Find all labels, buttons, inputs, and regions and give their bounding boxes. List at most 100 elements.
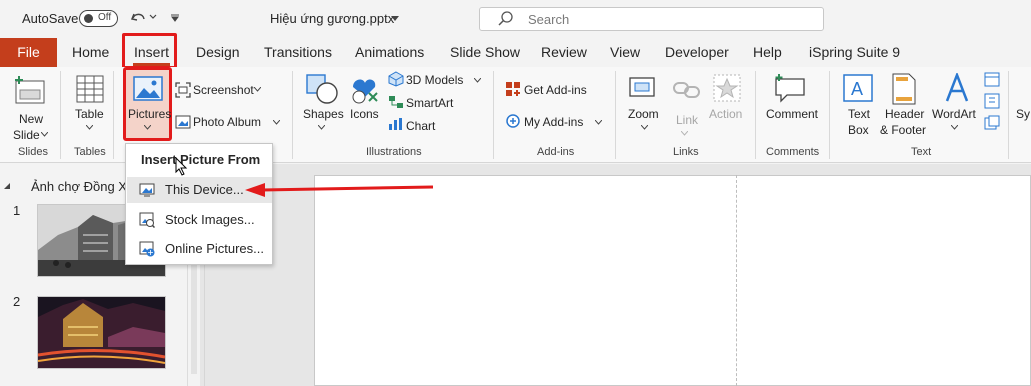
pictures-icon[interactable] (133, 76, 163, 102)
my-addins-icon[interactable] (505, 113, 521, 129)
smartart-icon[interactable] (388, 95, 404, 109)
menu-item-this-device[interactable]: This Device... (127, 177, 272, 203)
slide-number-1: 1 (13, 203, 21, 218)
chevron-down-icon (641, 125, 648, 130)
chevron-down-icon (681, 131, 688, 136)
slide-number-2: 2 (13, 294, 21, 309)
wordart-icon[interactable] (943, 73, 971, 103)
get-addins-label[interactable]: Get Add-ins (524, 83, 587, 97)
separator (113, 71, 114, 159)
screenshot-icon[interactable] (175, 82, 191, 98)
chart-icon[interactable] (388, 117, 404, 131)
photo-album-icon[interactable] (175, 114, 191, 130)
text-box-label-2[interactable]: Box (848, 123, 869, 137)
tab-file[interactable]: File (0, 38, 57, 67)
table-icon[interactable] (75, 74, 105, 104)
menu-heading: Insert Picture From (141, 152, 261, 167)
center-guide (736, 175, 737, 386)
zoom-icon[interactable] (628, 74, 660, 104)
separator (60, 71, 61, 159)
tab-slide-show[interactable]: Slide Show (450, 44, 520, 60)
chevron-down-icon (595, 120, 602, 125)
search-box[interactable]: Search (479, 7, 824, 31)
chart-label[interactable]: Chart (406, 119, 435, 133)
screenshot-label[interactable]: Screenshot (193, 83, 254, 97)
stock-images-icon (139, 212, 155, 228)
icons-label[interactable]: Icons (350, 107, 379, 121)
insert-tab-highlight (122, 33, 177, 69)
tab-ispring[interactable]: iSpring Suite 9 (809, 44, 900, 60)
autosave-toggle[interactable]: Off (79, 10, 118, 27)
smartart-label[interactable]: SmartArt (406, 96, 453, 110)
date-time-icon[interactable] (984, 71, 1000, 87)
document-title[interactable]: Hiệu ứng gương.pptx (270, 11, 394, 26)
header-footer-icon[interactable] (891, 73, 917, 105)
shapes-icon[interactable] (305, 73, 339, 105)
object-icon[interactable] (984, 115, 1000, 131)
chevron-down-icon (474, 78, 481, 83)
header-footer-label-1[interactable]: Header (885, 107, 924, 121)
3d-models-label[interactable]: 3D Models (406, 73, 463, 87)
new-slide-icon[interactable] (13, 75, 47, 105)
separator (829, 71, 830, 159)
customize-qat-icon[interactable] (170, 13, 180, 23)
slide-thumbnail-2[interactable] (37, 296, 166, 369)
tab-help[interactable]: Help (753, 44, 782, 60)
3d-models-icon[interactable] (388, 71, 404, 87)
group-tables: Tables (74, 146, 106, 158)
get-addins-icon[interactable] (505, 81, 521, 97)
group-addins: Add-ins (537, 146, 575, 158)
tab-animations[interactable]: Animations (355, 44, 424, 60)
search-icon (498, 11, 513, 26)
undo-dropdown-icon[interactable] (149, 14, 157, 20)
tab-home[interactable]: Home (72, 44, 109, 60)
menu-item-stock-images[interactable]: Stock Images... (127, 207, 272, 233)
text-box-icon[interactable]: A (842, 73, 874, 103)
link-label: Link (676, 113, 699, 127)
tab-review[interactable]: Review (541, 44, 587, 60)
wordart-label[interactable]: WordArt (932, 107, 976, 121)
icons-icon[interactable] (349, 73, 381, 105)
pictures-label[interactable]: Pictures (128, 107, 171, 121)
tab-design[interactable]: Design (196, 44, 240, 60)
mouse-cursor-icon (175, 157, 188, 176)
insert-picture-menu: Insert Picture From This Device... Stock… (125, 143, 273, 265)
symbols-label[interactable]: Sy (1016, 107, 1030, 121)
zoom-label[interactable]: Zoom (628, 107, 659, 121)
text-box-label-1[interactable]: Text (848, 107, 870, 121)
separator (493, 71, 494, 159)
chevron-down-icon (254, 87, 261, 92)
chevron-down-icon (86, 125, 93, 130)
menu-item-online-pictures[interactable]: Online Pictures... (127, 236, 272, 262)
online-pictures-label: Online Pictures... (165, 241, 264, 256)
separator (292, 71, 293, 159)
separator (755, 71, 756, 159)
svg-text:A: A (851, 79, 863, 99)
tab-view[interactable]: View (610, 44, 640, 60)
tab-transitions[interactable]: Transitions (264, 44, 332, 60)
header-footer-label-2[interactable]: & Footer (880, 123, 926, 137)
my-addins-label[interactable]: My Add-ins (524, 115, 583, 129)
new-slide-label-2[interactable]: Slide (13, 128, 40, 142)
table-label[interactable]: Table (75, 107, 104, 121)
comment-icon[interactable] (773, 73, 807, 103)
market-photo-night (37, 297, 166, 368)
group-links: Links (673, 146, 699, 158)
title-dropdown-icon[interactable] (391, 16, 399, 22)
comment-label[interactable]: Comment (766, 107, 818, 121)
slide-number-icon[interactable] (984, 93, 1000, 109)
this-device-icon (139, 183, 155, 197)
collapse-section-icon[interactable] (4, 183, 11, 190)
group-text: Text (911, 146, 932, 158)
link-icon (673, 82, 700, 98)
tab-developer[interactable]: Developer (665, 44, 729, 60)
chevron-down-icon (273, 120, 280, 125)
slide-canvas[interactable] (314, 175, 1031, 386)
photo-album-label[interactable]: Photo Album (193, 115, 261, 129)
toggle-knob (84, 14, 93, 23)
new-slide-label-1[interactable]: New (19, 112, 43, 126)
undo-icon[interactable] (129, 9, 147, 27)
this-device-label: This Device... (165, 182, 244, 197)
chevron-down-icon (144, 125, 151, 130)
shapes-label[interactable]: Shapes (303, 107, 344, 121)
